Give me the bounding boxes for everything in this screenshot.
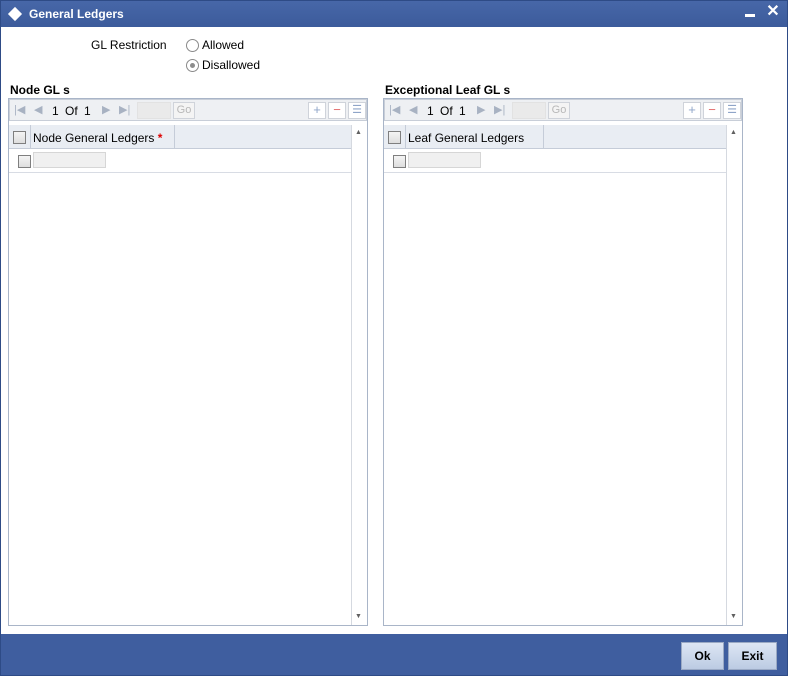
ok-button[interactable]: Ok (681, 642, 724, 670)
row-checkbox[interactable] (18, 155, 31, 168)
node-gl-section-title: Node GL s (10, 83, 70, 97)
node-gl-panel: |◀ ◀ 1 Of 1 ▶ ▶| Go + − ☰ Node General L… (8, 98, 368, 626)
current-page: 1 (427, 104, 434, 118)
of-label: Of (65, 104, 78, 118)
page-number-input[interactable] (512, 102, 546, 119)
allowed-label: Allowed (202, 38, 245, 52)
leaf-gl-grid-header: Leaf General Ledgers (384, 125, 726, 149)
delete-row-icon[interactable]: − (703, 102, 721, 119)
scroll-up-icon[interactable]: ▲ (730, 129, 737, 136)
leaf-gl-toolbar: |◀ ◀ 1 Of 1 ▶ ▶| Go + − ☰ (384, 99, 742, 121)
node-general-ledgers-column: Node General Ledgers * (33, 131, 163, 145)
scroll-up-icon[interactable]: ▲ (355, 129, 362, 136)
select-all-checkbox[interactable] (388, 131, 401, 144)
total-pages: 1 (84, 104, 91, 118)
leaf-gl-scrollbar[interactable]: ▲ ▼ (726, 125, 742, 625)
scroll-down-icon[interactable]: ▼ (730, 613, 737, 620)
general-ledgers-window: General Ledgers ✕ GL Restriction Allowed… (0, 0, 788, 676)
add-row-icon[interactable]: + (308, 102, 326, 119)
disallowed-label: Disallowed (202, 58, 261, 72)
single-view-icon[interactable]: ☰ (348, 102, 366, 119)
node-gl-grid-header: Node General Ledgers * (9, 125, 351, 149)
allowed-radio[interactable] (186, 39, 199, 52)
row-divider (9, 172, 351, 173)
leaf-general-ledger-input[interactable] (408, 152, 481, 168)
page-number-input[interactable] (137, 102, 171, 119)
gl-restriction-label: GL Restriction (91, 38, 167, 52)
node-gl-scrollbar[interactable]: ▲ ▼ (351, 125, 367, 625)
first-page-icon[interactable]: |◀ (389, 103, 400, 116)
last-page-icon[interactable]: ▶| (119, 103, 130, 116)
scroll-down-icon[interactable]: ▼ (355, 613, 362, 620)
window-title: General Ledgers (29, 7, 124, 21)
window-logo-icon (7, 6, 23, 22)
row-checkbox[interactable] (393, 155, 406, 168)
column-separator (30, 125, 31, 149)
of-label: Of (440, 104, 453, 118)
minimize-icon[interactable] (745, 14, 755, 17)
row-divider (384, 172, 726, 173)
delete-row-icon[interactable]: − (328, 102, 346, 119)
column-separator (405, 125, 406, 149)
go-button[interactable]: Go (173, 102, 195, 119)
select-all-checkbox[interactable] (13, 131, 26, 144)
leaf-gl-section-title: Exceptional Leaf GL s (385, 83, 511, 97)
prev-page-icon[interactable]: ◀ (34, 103, 42, 116)
single-view-icon[interactable]: ☰ (723, 102, 741, 119)
leaf-gl-panel: |◀ ◀ 1 Of 1 ▶ ▶| Go + − ☰ Leaf General L… (383, 98, 743, 626)
leaf-general-ledgers-column: Leaf General Ledgers (408, 131, 525, 145)
node-gl-toolbar: |◀ ◀ 1 Of 1 ▶ ▶| Go + − ☰ (9, 99, 367, 121)
add-row-icon[interactable]: + (683, 102, 701, 119)
exit-button[interactable]: Exit (728, 642, 777, 670)
column-separator (174, 125, 175, 149)
close-icon[interactable]: ✕ (765, 3, 781, 21)
node-general-ledger-input[interactable] (33, 152, 106, 168)
footer-bar: Ok Exit (1, 634, 787, 675)
prev-page-icon[interactable]: ◀ (409, 103, 417, 116)
total-pages: 1 (459, 104, 466, 118)
next-page-icon[interactable]: ▶ (102, 103, 110, 116)
current-page: 1 (52, 104, 59, 118)
last-page-icon[interactable]: ▶| (494, 103, 505, 116)
first-page-icon[interactable]: |◀ (14, 103, 25, 116)
next-page-icon[interactable]: ▶ (477, 103, 485, 116)
go-button[interactable]: Go (548, 102, 570, 119)
required-icon: * (157, 131, 163, 145)
column-separator (543, 125, 544, 149)
disallowed-radio[interactable] (186, 59, 199, 72)
title-bar: General Ledgers ✕ (1, 1, 787, 27)
